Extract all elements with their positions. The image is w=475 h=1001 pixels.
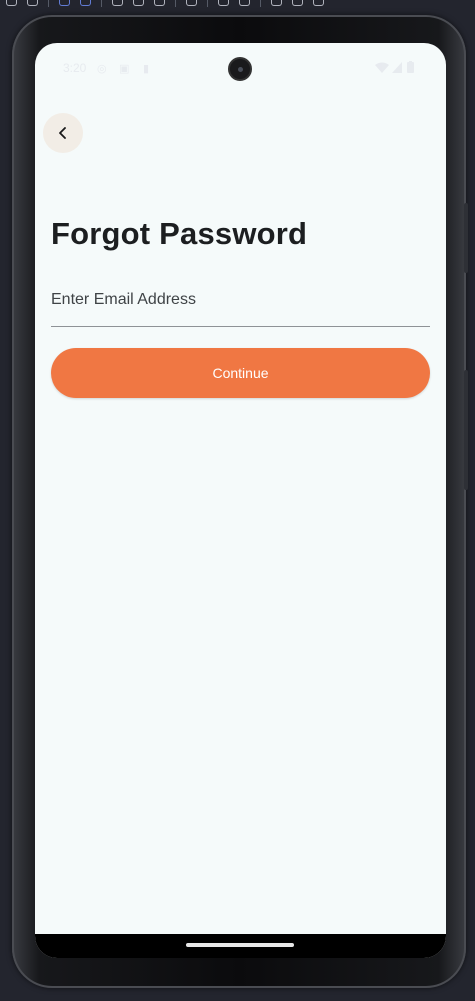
page-title: Forgot Password <box>51 216 308 251</box>
settings-icon[interactable] <box>186 0 197 6</box>
screen-record-icon[interactable] <box>239 0 250 6</box>
app-screen: 3:20 ◎ ▣ ▮ Forgot Password Continue <box>35 43 446 958</box>
toolbar-divider <box>260 0 261 7</box>
toolbar-divider <box>207 0 208 7</box>
back-nav-icon[interactable] <box>112 0 123 6</box>
sim-icon: ▮ <box>143 63 150 75</box>
toolbar-divider <box>101 0 102 7</box>
status-bar: 3:20 ◎ ▣ ▮ <box>35 43 446 93</box>
email-field[interactable] <box>51 286 430 327</box>
signal-icon <box>392 62 402 73</box>
wifi-icon <box>375 62 389 73</box>
continue-button[interactable]: Continue <box>51 348 430 398</box>
emulator-toolbar <box>0 0 475 8</box>
power-button[interactable] <box>464 203 468 273</box>
home-indicator[interactable] <box>186 943 294 947</box>
toolbar-divider <box>175 0 176 7</box>
home-nav-icon[interactable] <box>133 0 144 6</box>
screenshot-icon[interactable] <box>218 0 229 6</box>
overview-nav-icon[interactable] <box>154 0 165 6</box>
location-icon: ◎ <box>97 63 107 75</box>
display-mode-icon[interactable] <box>292 0 303 6</box>
volume-down-icon[interactable] <box>6 0 17 6</box>
more-options-icon[interactable] <box>313 0 324 6</box>
volume-rocker[interactable] <box>464 370 468 490</box>
snapshot-icon[interactable] <box>271 0 282 6</box>
status-time: 3:20 <box>63 61 87 75</box>
front-camera <box>228 57 252 81</box>
rotate-right-icon[interactable] <box>80 0 91 6</box>
volume-up-icon[interactable] <box>27 0 38 6</box>
back-button[interactable] <box>43 113 83 153</box>
toolbar-divider <box>48 0 49 7</box>
chevron-left-icon <box>59 127 66 139</box>
notification-icon: ▣ <box>119 63 130 75</box>
rotate-left-icon[interactable] <box>59 0 70 6</box>
battery-icon <box>407 61 414 73</box>
navigation-bar <box>35 934 446 958</box>
